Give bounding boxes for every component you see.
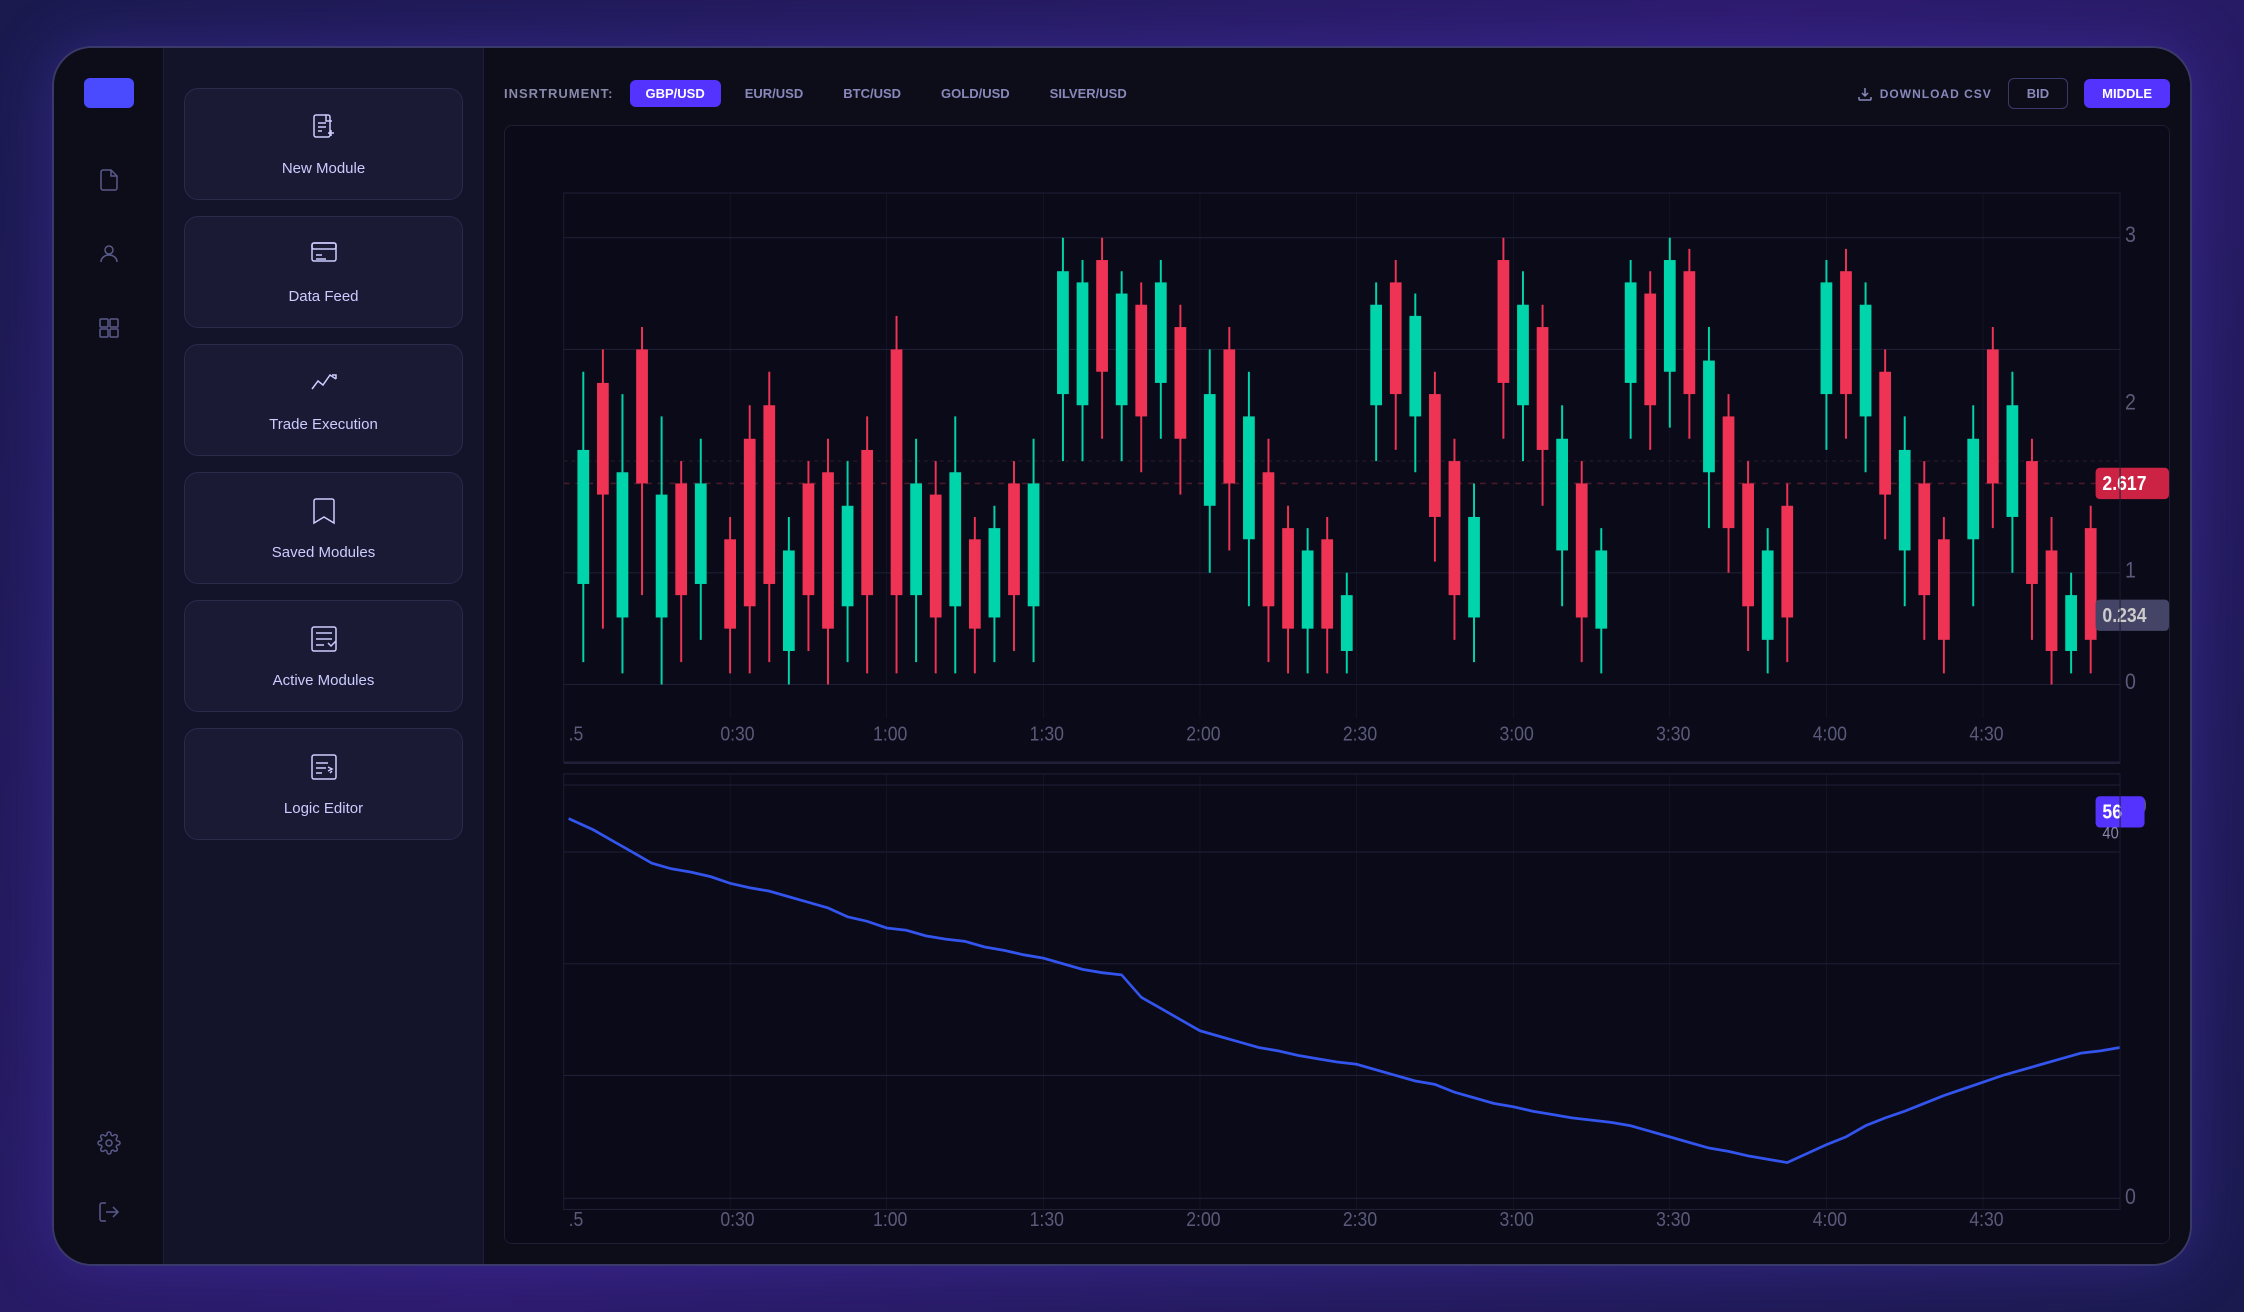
new-module-label: New Module	[282, 160, 365, 177]
settings-icon[interactable]	[87, 1121, 131, 1165]
logic-editor-label: Logic Editor	[284, 800, 363, 817]
instrument-label: INSRTRUMENT:	[504, 86, 614, 101]
svg-text:56: 56	[2102, 802, 2122, 824]
svg-text:.5: .5	[569, 1209, 584, 1231]
svg-text:0: 0	[2125, 1185, 2136, 1209]
svg-text:4:30: 4:30	[1969, 1209, 2003, 1231]
instrument-bar: INSRTRUMENT: GBP/USD EUR/USD BTC/USD GOL…	[504, 68, 2170, 125]
saved-modules-icon	[308, 495, 340, 534]
document-icon[interactable]	[87, 158, 131, 202]
svg-text:3:30: 3:30	[1656, 723, 1690, 745]
instrument-tabs: GBP/USD EUR/USD BTC/USD GOLD/USD SILVER/…	[630, 80, 1143, 107]
saved-modules-label: Saved Modules	[272, 544, 375, 561]
svg-text:0:30: 0:30	[720, 1209, 754, 1231]
svg-text:2:30: 2:30	[1343, 1209, 1377, 1231]
main-content: INSRTRUMENT: GBP/USD EUR/USD BTC/USD GOL…	[484, 48, 2190, 1264]
active-modules-button[interactable]: Active Modules	[184, 600, 463, 712]
svg-text:1:30: 1:30	[1030, 1209, 1064, 1231]
saved-modules-button[interactable]: Saved Modules	[184, 472, 463, 584]
active-modules-label: Active Modules	[273, 672, 375, 689]
trade-execution-label: Trade Execution	[269, 416, 378, 433]
svg-text:3:00: 3:00	[1499, 723, 1533, 745]
download-csv-button[interactable]: DOWNLOAD CSV	[1857, 86, 1992, 102]
new-module-button[interactable]: New Module	[184, 88, 463, 200]
logo	[84, 78, 134, 108]
svg-text:1: 1	[2125, 558, 2136, 582]
tab-silver-usd[interactable]: SILVER/USD	[1034, 80, 1143, 107]
bid-button[interactable]: BID	[2008, 78, 2068, 109]
tab-eur-usd[interactable]: EUR/USD	[729, 80, 820, 107]
data-feed-icon	[308, 239, 340, 278]
data-feed-button[interactable]: Data Feed	[184, 216, 463, 328]
trade-execution-button[interactable]: Trade Execution	[184, 344, 463, 456]
svg-text:4:30: 4:30	[1969, 723, 2003, 745]
tab-gold-usd[interactable]: GOLD/USD	[925, 80, 1026, 107]
tab-gbp-usd[interactable]: GBP/USD	[630, 80, 721, 107]
svg-text:2.617: 2.617	[2102, 473, 2146, 495]
chart-svg: 3 2 1 0 .5 0:30 1:00 1:30 2:00 2:30 3:00…	[505, 126, 2169, 1243]
svg-text:3: 3	[2125, 223, 2136, 247]
svg-text:1:30: 1:30	[1030, 723, 1064, 745]
data-feed-label: Data Feed	[288, 288, 358, 305]
svg-text:3:30: 3:30	[1656, 1209, 1690, 1231]
svg-text:4:00: 4:00	[1813, 723, 1847, 745]
new-module-icon	[308, 111, 340, 150]
svg-text:0:30: 0:30	[720, 723, 754, 745]
download-csv-label: DOWNLOAD CSV	[1880, 87, 1992, 101]
active-modules-icon	[308, 623, 340, 662]
svg-text:0.234: 0.234	[2102, 605, 2147, 627]
svg-text:3:00: 3:00	[1499, 1209, 1533, 1231]
menu-sidebar: New Module Data Feed Trade Execution	[164, 48, 484, 1264]
tab-btc-usd[interactable]: BTC/USD	[827, 80, 917, 107]
svg-text:2:30: 2:30	[1343, 723, 1377, 745]
svg-text:0: 0	[2125, 670, 2136, 694]
svg-text:2: 2	[2125, 391, 2136, 415]
right-controls: DOWNLOAD CSV BID MIDDLE	[1857, 78, 2170, 109]
layers-icon[interactable]	[87, 306, 131, 350]
svg-text:1:00: 1:00	[873, 723, 907, 745]
svg-text:2:00: 2:00	[1186, 1209, 1220, 1231]
logout-icon[interactable]	[87, 1190, 131, 1234]
trade-execution-icon	[308, 367, 340, 406]
user-icon[interactable]	[87, 232, 131, 276]
svg-text:4:00: 4:00	[1813, 1209, 1847, 1231]
logic-editor-icon	[308, 751, 340, 790]
svg-text:.5: .5	[569, 723, 584, 745]
svg-text:2:00: 2:00	[1186, 723, 1220, 745]
chart-container: 3 2 1 0 .5 0:30 1:00 1:30 2:00 2:30 3:00…	[504, 125, 2170, 1244]
svg-text:40: 40	[2102, 825, 2119, 843]
logic-editor-button[interactable]: Logic Editor	[184, 728, 463, 840]
svg-text:1:00: 1:00	[873, 1209, 907, 1231]
icon-sidebar	[54, 48, 164, 1264]
middle-button[interactable]: MIDDLE	[2084, 79, 2170, 108]
